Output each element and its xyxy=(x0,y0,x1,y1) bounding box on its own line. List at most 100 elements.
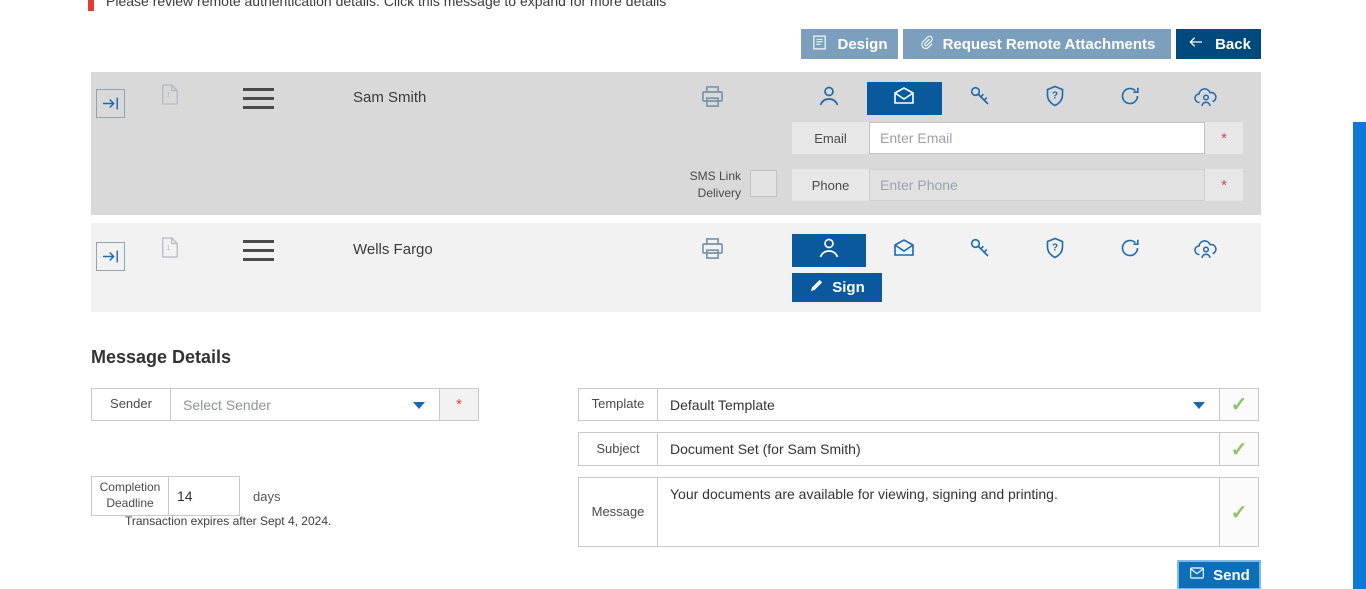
template-label: Template xyxy=(578,388,658,421)
auth-key-tile[interactable] xyxy=(943,234,1017,267)
person-icon xyxy=(817,84,841,113)
message-check: ✓ xyxy=(1219,477,1259,547)
email-input[interactable] xyxy=(869,122,1205,154)
qa-shield-icon: ? xyxy=(1043,236,1067,265)
svg-text:?: ? xyxy=(1052,243,1058,254)
recipient-name: Wells Fargo xyxy=(353,241,433,258)
subject-input[interactable]: Document Set (for Sam Smith) xyxy=(657,432,1220,466)
assign-arrow-icon[interactable] xyxy=(96,89,125,118)
template-dropdown-value: Default Template xyxy=(670,396,775,413)
qa-shield-icon: ? xyxy=(1043,84,1067,113)
auth-qa-tile[interactable]: ? xyxy=(1018,234,1092,267)
sync-icon xyxy=(1118,236,1142,265)
auth-email-tile[interactable] xyxy=(867,82,942,115)
send-envelope-icon xyxy=(1188,565,1206,585)
cloud-person-icon xyxy=(1193,236,1219,265)
document-icon: 1 xyxy=(161,236,179,264)
person-icon xyxy=(817,236,841,265)
back-arrow-icon xyxy=(1186,34,1206,54)
template-dropdown[interactable]: Default Template xyxy=(657,388,1220,421)
auth-sync-tile[interactable] xyxy=(1093,82,1167,115)
warning-banner[interactable]: Please review remote authentication deta… xyxy=(88,0,1261,11)
sender-label: Sender xyxy=(91,388,171,421)
phone-field-row: Phone * xyxy=(792,169,1243,201)
subject-input-value: Document Set (for Sam Smith) xyxy=(670,441,861,457)
printer-icon[interactable] xyxy=(699,83,726,115)
key-icon xyxy=(968,84,992,113)
sms-link-delivery-label: SMS Link Delivery xyxy=(689,169,741,201)
email-icon xyxy=(891,84,917,113)
transaction-expiry-note: Transaction expires after Sept 4, 2024. xyxy=(125,514,332,528)
sign-button[interactable]: Sign xyxy=(792,273,882,302)
recipient-row-sam-smith: 1 Sam Smith ? Email Enter Email * SMS Li… xyxy=(91,72,1261,215)
svg-text:?: ? xyxy=(1052,91,1058,102)
key-icon xyxy=(968,236,992,265)
auth-method-strip: ? xyxy=(792,82,1243,115)
template-field-row: Template Default Template ✓ xyxy=(578,388,1259,421)
back-button[interactable]: Back xyxy=(1176,29,1261,59)
auth-person-tile[interactable] xyxy=(792,234,867,267)
auth-sync-tile[interactable] xyxy=(1093,234,1167,267)
dropdown-caret-icon xyxy=(1193,401,1205,409)
email-required-marker: * xyxy=(1205,122,1243,154)
phone-label: Phone xyxy=(792,169,869,201)
send-button-label: Send xyxy=(1213,566,1250,584)
recipient-name: Sam Smith xyxy=(353,89,427,106)
auth-remote-id-tile[interactable] xyxy=(1169,234,1243,267)
auth-key-tile[interactable] xyxy=(943,82,1017,115)
sms-link-delivery-checkbox[interactable] xyxy=(750,170,777,197)
warning-accent-bar xyxy=(88,0,94,11)
drag-handle-icon[interactable] xyxy=(243,240,274,267)
template-check: ✓ xyxy=(1219,388,1259,421)
assign-arrow-icon[interactable] xyxy=(96,242,125,271)
sender-dropdown-value: Select Sender xyxy=(183,396,271,413)
email-label: Email xyxy=(792,122,869,154)
completion-deadline-row: Completion Deadline days xyxy=(91,476,280,516)
auth-qa-tile[interactable]: ? xyxy=(1018,82,1092,115)
send-transaction-page: Please review remote authentication deta… xyxy=(0,0,1366,589)
subject-label: Subject xyxy=(578,432,658,466)
svg-text:1: 1 xyxy=(166,90,170,99)
svg-text:1: 1 xyxy=(166,243,170,252)
warning-banner-text: Please review remote authentication deta… xyxy=(106,0,667,9)
document-icon: 1 xyxy=(161,83,179,111)
recipient-row-wells-fargo: 1 Wells Fargo ? Sign xyxy=(91,223,1261,312)
phone-required-marker: * xyxy=(1205,169,1243,201)
paperclip-icon xyxy=(919,33,934,55)
sender-required-marker: * xyxy=(439,388,479,421)
completion-deadline-label: Completion Deadline xyxy=(91,476,169,516)
completion-deadline-input[interactable] xyxy=(168,476,240,516)
auth-method-strip: ? xyxy=(792,234,1243,267)
message-details-heading: Message Details xyxy=(91,347,232,367)
cloud-person-icon xyxy=(1193,84,1219,113)
email-icon xyxy=(891,236,917,265)
send-button[interactable]: Send xyxy=(1177,560,1261,589)
auth-email-tile[interactable] xyxy=(867,234,941,267)
request-remote-attachments-button[interactable]: Request Remote Attachments xyxy=(903,29,1171,59)
dropdown-caret-icon xyxy=(413,401,425,409)
message-textarea[interactable]: Your documents are available for viewing… xyxy=(657,477,1220,547)
deadline-unit-label: days xyxy=(253,488,281,504)
drag-handle-icon[interactable] xyxy=(243,88,274,115)
message-label: Message xyxy=(578,477,658,547)
design-button-label: Design xyxy=(837,35,888,53)
design-button[interactable]: Design xyxy=(801,29,898,59)
toolbar: Design Request Remote Attachments Back xyxy=(801,29,1261,59)
vertical-scrollbar-thumb[interactable] xyxy=(1353,122,1366,589)
email-field-row: Email * xyxy=(792,122,1243,154)
auth-remote-id-tile[interactable] xyxy=(1169,82,1243,115)
message-textarea-value: Your documents are available for viewing… xyxy=(670,486,1058,502)
pen-icon xyxy=(809,278,824,297)
back-button-label: Back xyxy=(1215,35,1251,53)
sender-field-row: Sender Select Sender * xyxy=(91,388,479,421)
auth-person-tile[interactable] xyxy=(792,82,866,115)
sign-button-label: Sign xyxy=(832,279,865,296)
printer-icon[interactable] xyxy=(699,235,726,267)
design-doc-icon xyxy=(811,34,828,55)
subject-field-row: Subject Document Set (for Sam Smith) ✓ xyxy=(578,432,1259,466)
sync-icon xyxy=(1118,84,1142,113)
message-field-row: Message Your documents are available for… xyxy=(578,477,1259,547)
phone-input[interactable] xyxy=(869,169,1205,201)
sender-dropdown[interactable]: Select Sender xyxy=(170,388,440,421)
subject-check: ✓ xyxy=(1219,432,1259,466)
